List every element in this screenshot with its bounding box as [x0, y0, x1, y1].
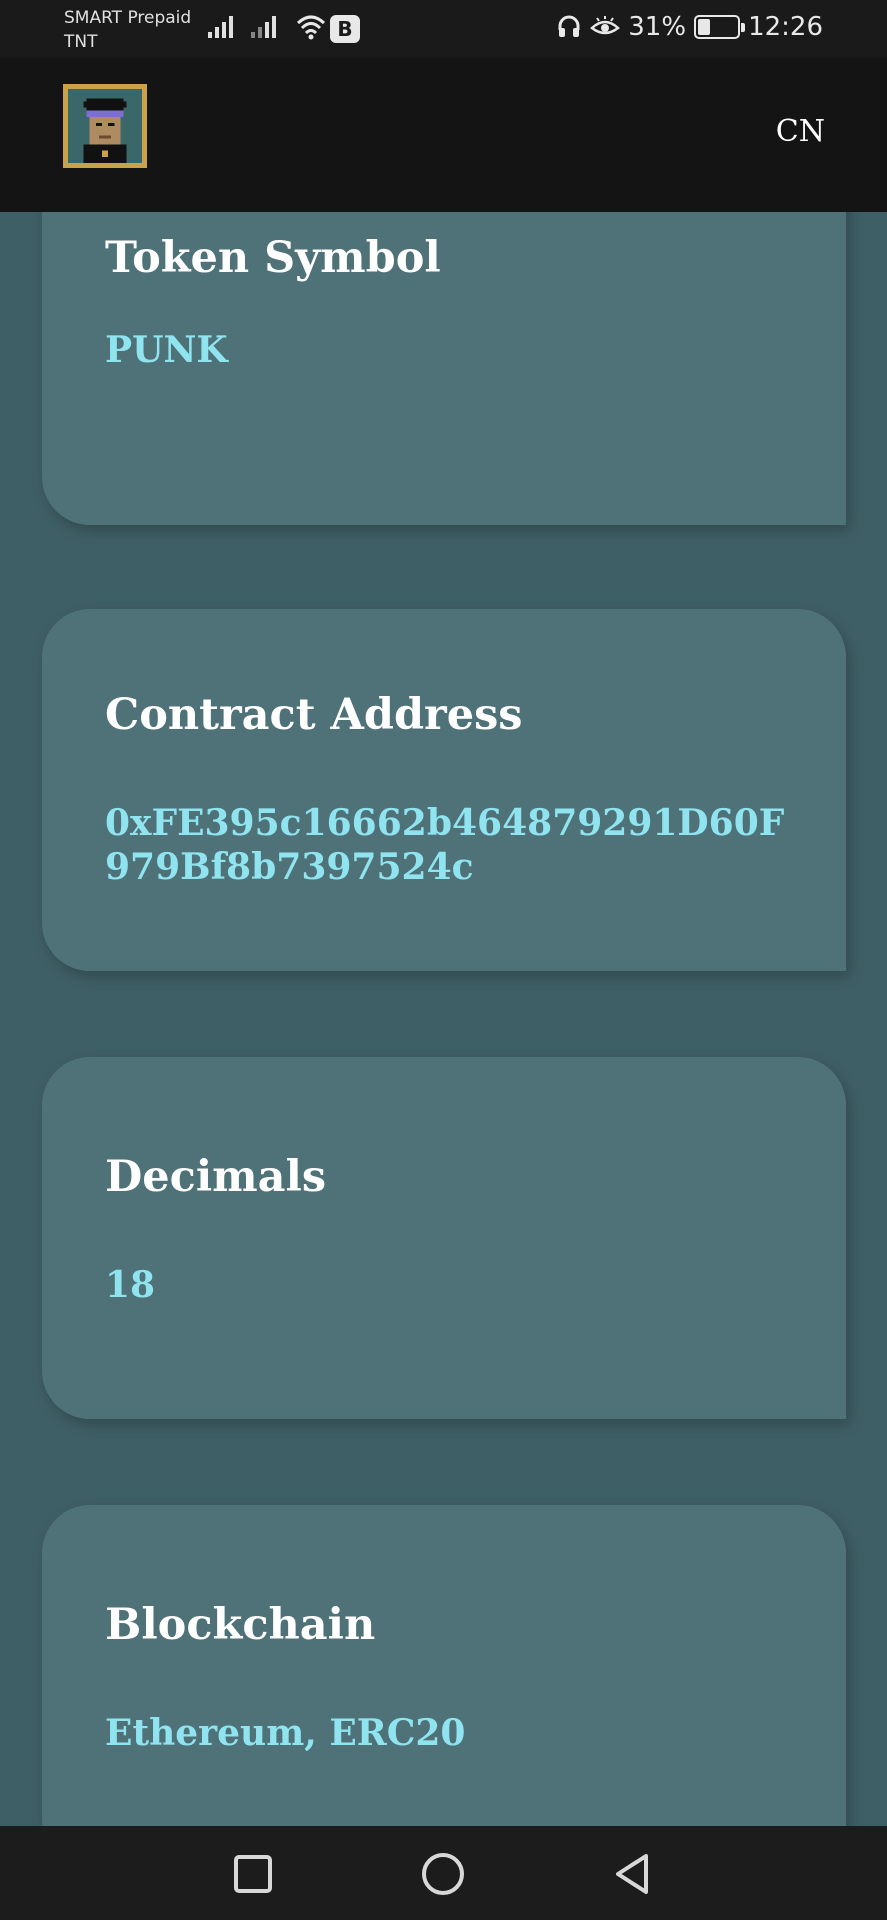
- card-title: Contract Address: [105, 690, 523, 740]
- b-badge-icon: B: [330, 15, 360, 43]
- token-info-list: Token Symbol PUNK Contract Address 0xFE3…: [0, 212, 887, 1826]
- battery-percent: 31%: [628, 12, 687, 42]
- card-value: Ethereum, ERC20: [105, 1712, 466, 1754]
- circle-home-icon[interactable]: [419, 1850, 467, 1898]
- cryptopunk-avatar-icon: [68, 89, 142, 163]
- status-right: 31% 12:26: [556, 12, 823, 42]
- signal-bars-icon: [251, 14, 276, 38]
- language-toggle[interactable]: CN: [776, 114, 825, 149]
- card-title: Decimals: [105, 1152, 327, 1202]
- battery-icon: [694, 15, 746, 39]
- wifi-icon: [296, 15, 326, 40]
- contract-address-value[interactable]: 0xFE395c16662b464879291D60F979Bf8b739752…: [105, 801, 806, 889]
- signal-group: [208, 14, 276, 38]
- card-value: PUNK: [105, 329, 228, 371]
- card-title: Token Symbol: [105, 233, 441, 283]
- signal-bars-icon: [208, 14, 233, 38]
- carrier-info: SMART Prepaid TNT: [64, 6, 191, 54]
- card-value: 18: [105, 1264, 156, 1306]
- app-header: CN: [0, 58, 887, 212]
- status-bar: SMART Prepaid TNT B 31% 12:26: [0, 0, 887, 58]
- headphones-icon: [558, 15, 580, 37]
- token-symbol-card: Token Symbol PUNK: [42, 212, 846, 525]
- square-recents-icon[interactable]: [229, 1850, 277, 1898]
- decimals-card: Decimals 18: [42, 1057, 846, 1419]
- avatar[interactable]: [63, 84, 147, 168]
- blockchain-card: Blockchain Ethereum, ERC20: [42, 1505, 846, 1826]
- eye-comfort-icon: [590, 16, 621, 35]
- triangle-back-icon[interactable]: [608, 1850, 656, 1898]
- card-title: Blockchain: [105, 1600, 376, 1650]
- system-nav-bar: [0, 1826, 887, 1920]
- carrier-primary: SMART Prepaid: [64, 8, 192, 28]
- carrier-secondary: TNT: [64, 32, 98, 52]
- clock: 12:26: [748, 12, 823, 42]
- contract-address-card: Contract Address 0xFE395c16662b464879291…: [42, 609, 846, 971]
- battery-fill: [698, 19, 710, 35]
